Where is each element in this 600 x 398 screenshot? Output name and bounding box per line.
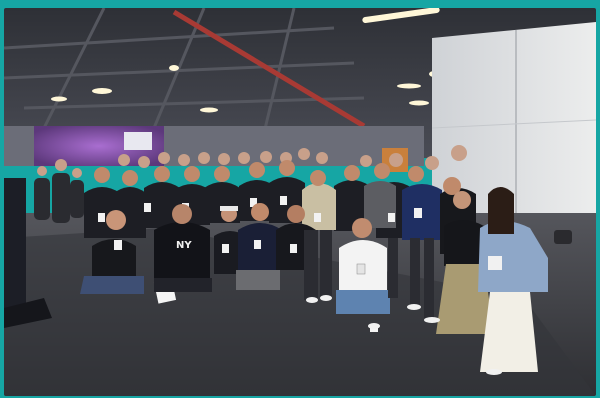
jersey-print: NY [176,240,192,251]
group-photo: NY [4,8,596,396]
photo-frame: NY [4,8,596,396]
display-stand [4,178,26,318]
booth-sign [124,132,152,150]
handbag [554,230,572,244]
